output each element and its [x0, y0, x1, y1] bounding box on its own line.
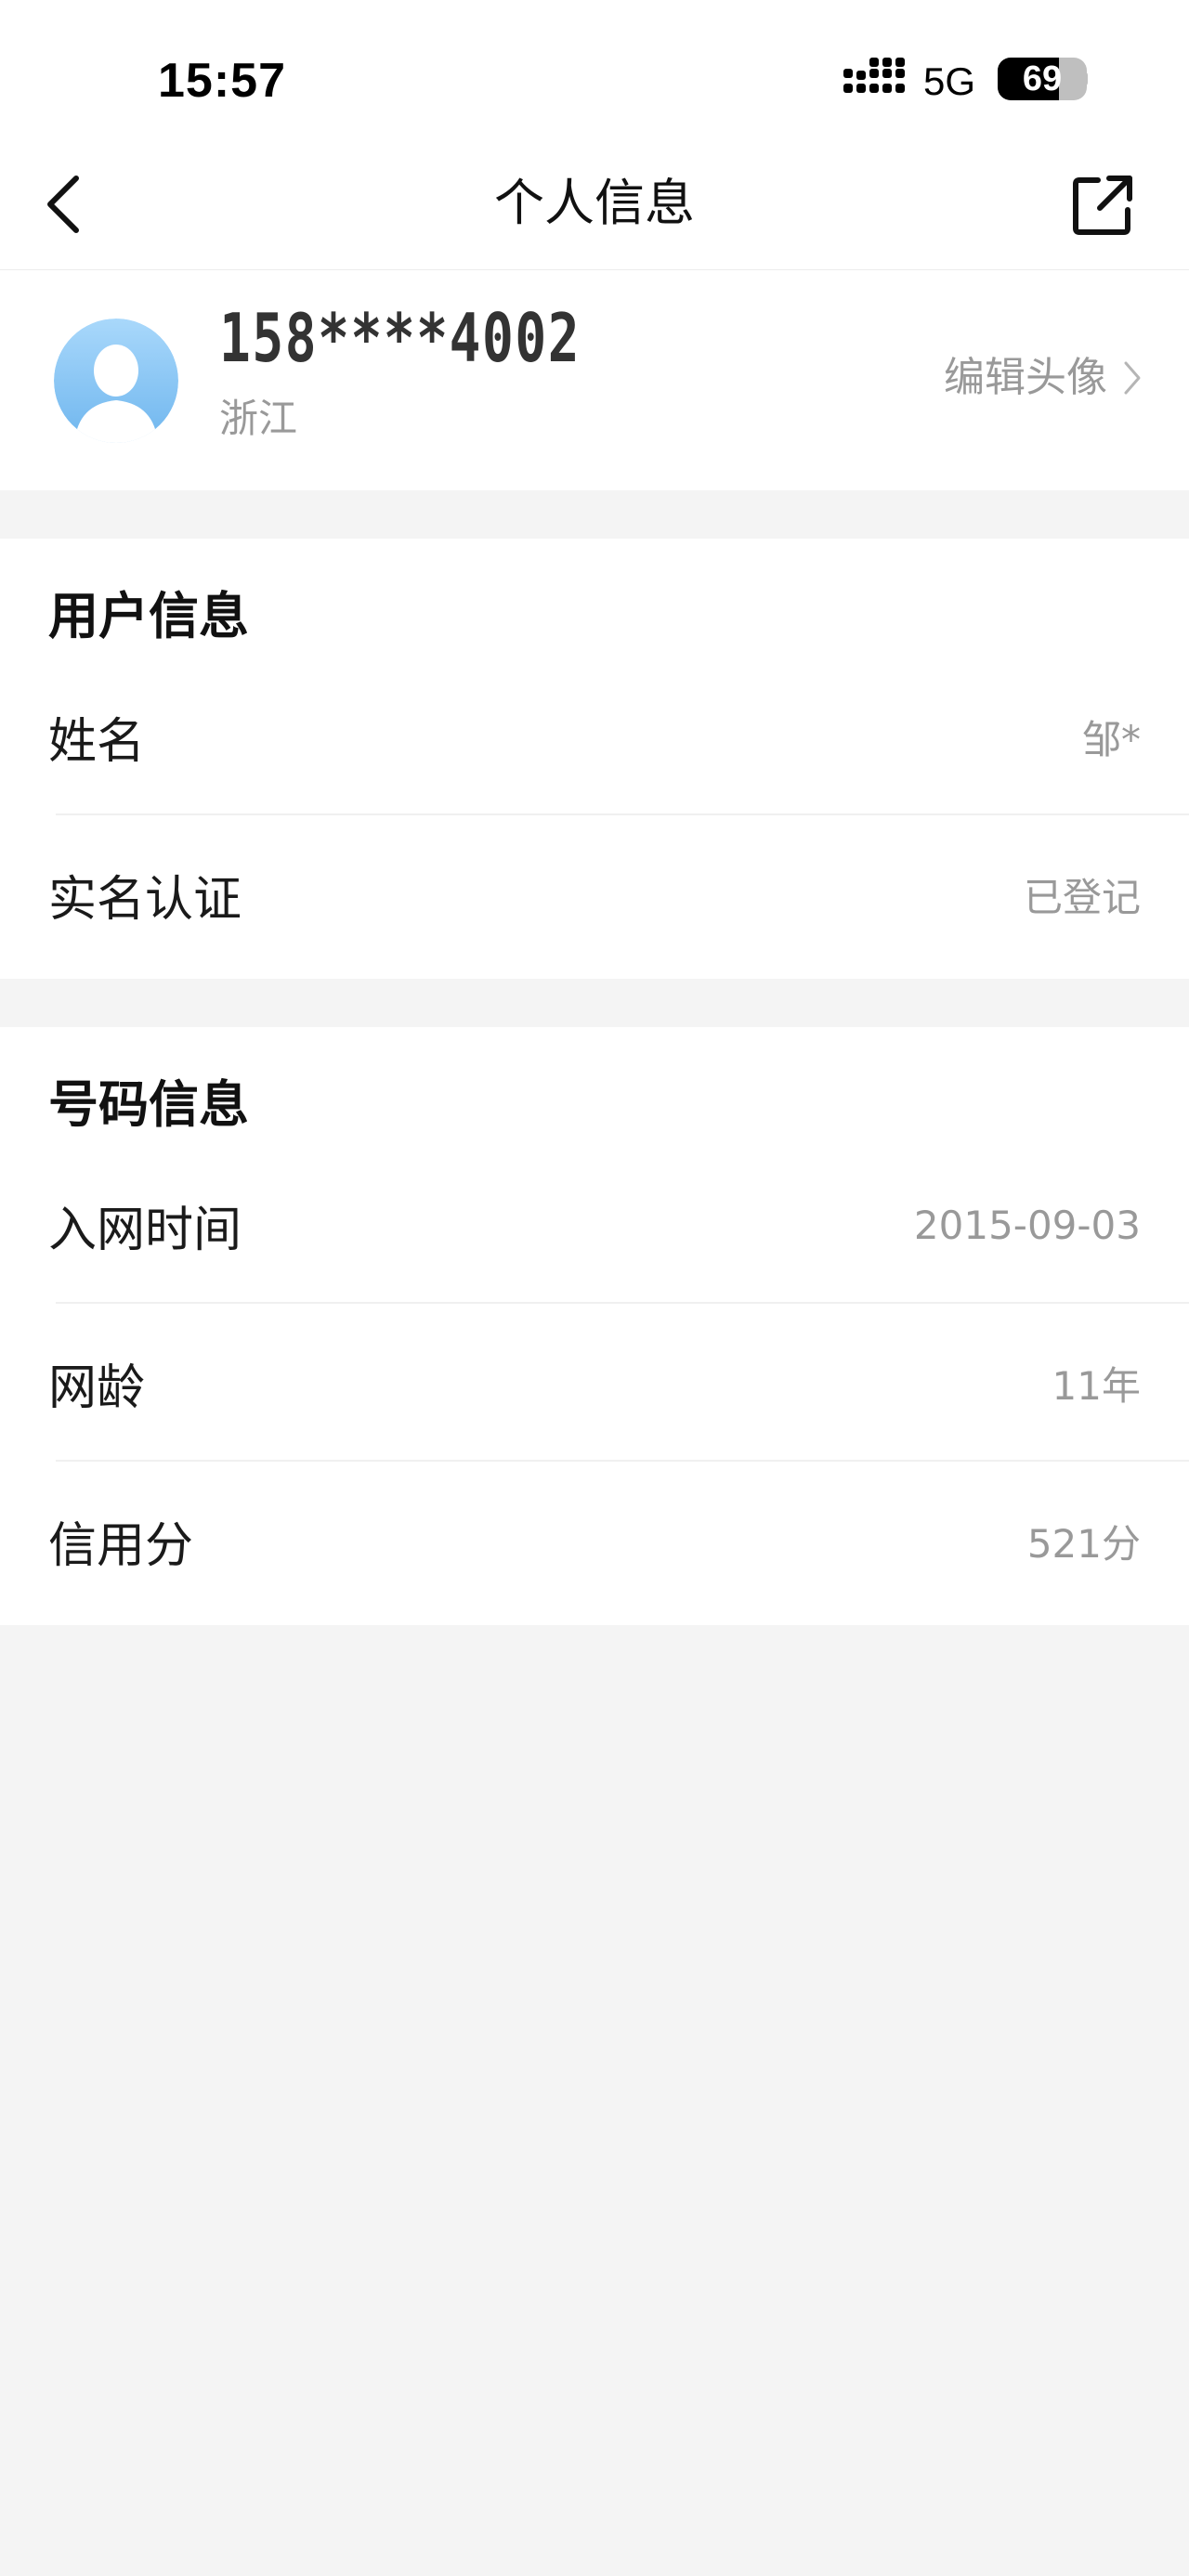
row-value: 2015-09-03: [913, 1202, 1141, 1248]
status-bar: 15:57 5G 69: [0, 0, 1189, 139]
row-value: 已登记: [1023, 874, 1141, 920]
row-value: 521分: [1026, 1520, 1141, 1567]
status-time: 15:57: [158, 54, 286, 108]
row-value: 邹*: [1081, 716, 1141, 762]
nav-bar: 个人信息: [0, 139, 1189, 270]
page-title: 个人信息: [494, 174, 695, 232]
avatar[interactable]: [54, 319, 178, 443]
edit-avatar-button[interactable]: 编辑头像: [944, 350, 1143, 406]
row-label: 实名认证: [48, 871, 242, 928]
row-label: 入网时间: [48, 1202, 242, 1258]
info-row-join-date: 入网时间 2015-09-03: [0, 1146, 1189, 1304]
battery-icon: 69: [998, 58, 1087, 100]
row-value: 11年: [1052, 1362, 1141, 1409]
info-row-name: 姓名 邹*: [0, 657, 1189, 815]
info-row-network-age: 网龄 11年: [0, 1304, 1189, 1462]
row-label: 姓名: [48, 713, 146, 770]
phone-number: 158****4002: [219, 299, 581, 377]
region-label: 浙江: [219, 396, 298, 441]
network-type: 5G: [923, 59, 976, 103]
share-external-icon[interactable]: [1070, 173, 1135, 238]
number-info-section: 号码信息 入网时间 2015-09-03 网龄 11年 信用分 521分: [0, 1027, 1189, 1625]
section-title-number-info: 号码信息: [48, 1075, 249, 1134]
default-avatar-icon: [54, 319, 178, 443]
row-label: 网龄: [48, 1360, 146, 1416]
profile-card: 158****4002 浙江 编辑头像: [0, 270, 1189, 490]
battery-cap: [1080, 72, 1088, 86]
signal-icon: [843, 58, 905, 93]
user-info-section: 用户信息 姓名 邹* 实名认证 已登记: [0, 539, 1189, 979]
info-row-real-name: 实名认证 已登记: [0, 815, 1189, 973]
section-title-user-info: 用户信息: [48, 587, 249, 645]
chevron-right-icon: [1124, 361, 1141, 395]
edit-avatar-label: 编辑头像: [944, 354, 1107, 401]
row-label: 信用分: [48, 1517, 194, 1574]
info-row-credit-score: 信用分 521分: [0, 1462, 1189, 1620]
battery-level: 69: [1022, 59, 1063, 98]
